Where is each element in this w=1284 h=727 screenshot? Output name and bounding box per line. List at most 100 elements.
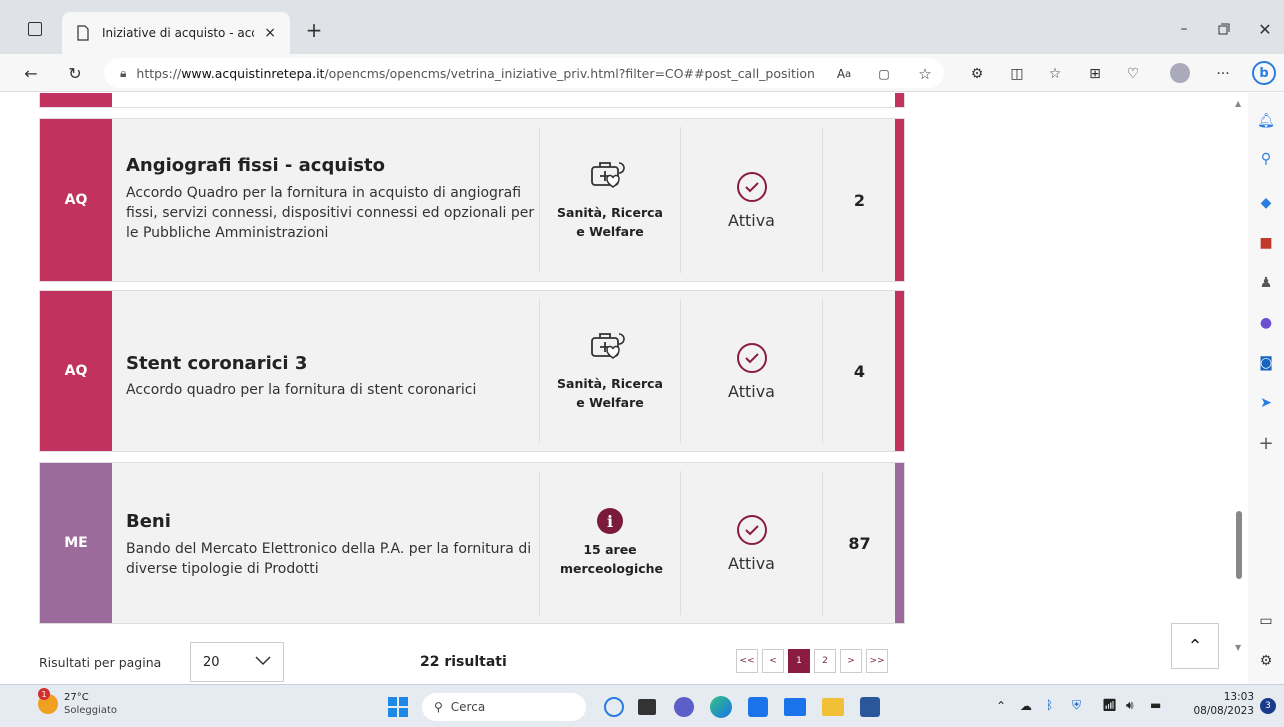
tab-actions-icon[interactable] bbox=[28, 22, 42, 36]
scroll-down-arrow[interactable]: ▼ bbox=[1235, 643, 1241, 652]
notification-badge[interactable]: 3 bbox=[1260, 698, 1276, 714]
split-screen-icon[interactable]: ◫ bbox=[1008, 65, 1026, 83]
sidebar-toggle-icon[interactable]: ▭ bbox=[1258, 613, 1274, 629]
shopping-tag-icon[interactable]: ◆ bbox=[1258, 195, 1274, 211]
clock-date: 08/08/2023 bbox=[1193, 705, 1254, 717]
initiative-row[interactable]: AQ Angiografi fissi - acquisto Accordo Q… bbox=[39, 118, 905, 282]
scrollbar[interactable]: ▲ ▼ bbox=[1232, 93, 1246, 684]
address-bar: ← ↻ 🔒︎ https://www.acquistinretepa.it/op… bbox=[0, 54, 1284, 92]
send-icon[interactable]: ➤ bbox=[1258, 395, 1274, 411]
taskbar-search[interactable]: ⚲ Cerca bbox=[422, 693, 586, 721]
chat-icon[interactable] bbox=[674, 697, 694, 717]
page-next[interactable]: > bbox=[840, 649, 862, 673]
taskbar: 1 27°C Soleggiato ⚲ Cerca ⌃ ☁ ᛒ ⛨ 📶︎ 🔊︎ … bbox=[0, 684, 1284, 727]
new-tab-button[interactable]: + bbox=[302, 18, 326, 42]
page-prev[interactable]: < bbox=[762, 649, 784, 673]
check-circle-icon bbox=[736, 342, 767, 373]
status-label: Attiva bbox=[728, 553, 775, 573]
battery-icon[interactable]: ▬ bbox=[1150, 698, 1161, 712]
store-icon[interactable] bbox=[748, 697, 768, 717]
wifi-icon[interactable]: 📶︎ bbox=[1102, 698, 1117, 712]
mail-icon[interactable] bbox=[784, 698, 806, 716]
collections-icon[interactable]: ⊞ bbox=[1086, 65, 1104, 83]
start-windows-icon[interactable] bbox=[388, 697, 408, 717]
tray-chevron-icon[interactable]: ⌃ bbox=[996, 699, 1006, 713]
info-icon: i bbox=[597, 508, 623, 534]
settings-gear-icon[interactable]: ⚙ bbox=[1258, 653, 1274, 669]
notification-bell-icon[interactable]: 🔔︎ bbox=[1257, 113, 1275, 129]
row-title[interactable]: Angiografi fissi - acquisto bbox=[126, 155, 385, 176]
immersive-reader-icon[interactable]: ▢ bbox=[876, 66, 892, 82]
task-view-icon[interactable] bbox=[638, 699, 656, 715]
extensions-icon[interactable]: ⚙ bbox=[968, 65, 986, 83]
tab-active[interactable]: Iniziative di acquisto - acqu × bbox=[62, 12, 290, 54]
volume-icon[interactable]: 🔊︎ bbox=[1126, 698, 1134, 713]
copilot-taskbar-icon[interactable] bbox=[604, 697, 624, 717]
page-2[interactable]: 2 bbox=[814, 649, 836, 673]
clock[interactable]: 13:03 08/08/2023 bbox=[1192, 690, 1254, 718]
previous-row-bar bbox=[895, 93, 904, 107]
performance-icon[interactable]: ♡ bbox=[1124, 65, 1142, 83]
row-category: Sanità, Ricerca e Welfare bbox=[539, 299, 680, 443]
restore-icon[interactable] bbox=[1216, 22, 1232, 36]
window-close-icon[interactable]: ✕ bbox=[1256, 20, 1274, 39]
url-domain: www.acquistinretepa.it bbox=[181, 65, 325, 81]
search-icon: ⚲ bbox=[434, 700, 443, 714]
minimize-icon[interactable]: – bbox=[1176, 21, 1192, 37]
back-icon[interactable]: ← bbox=[22, 64, 40, 83]
office-icon[interactable]: ● bbox=[1258, 315, 1274, 331]
page-1[interactable]: 1 bbox=[788, 649, 810, 673]
row-title[interactable]: Stent coronarici 3 bbox=[126, 353, 307, 374]
favorite-star-icon[interactable]: ☆ bbox=[916, 65, 934, 83]
row-count: 2 bbox=[822, 127, 896, 273]
scroll-thumb[interactable] bbox=[1236, 511, 1242, 579]
word-icon[interactable] bbox=[860, 697, 880, 717]
row-bar bbox=[895, 291, 904, 451]
read-aloud-icon[interactable]: Aa bbox=[836, 66, 852, 82]
page-first[interactable]: << bbox=[736, 649, 758, 673]
results-count: 22 risultati bbox=[420, 654, 507, 670]
initiative-row[interactable]: AQ Stent coronarici 3 Accordo quadro per… bbox=[39, 290, 905, 452]
row-category: Sanità, Ricerca e Welfare bbox=[539, 127, 680, 273]
row-tag: AQ bbox=[40, 291, 112, 451]
initiative-row[interactable]: ME Beni Bando del Mercato Elettronico de… bbox=[39, 462, 905, 624]
title-bar: Iniziative di acquisto - acqu × + – ✕ bbox=[0, 0, 1284, 54]
edge-taskbar-icon[interactable] bbox=[710, 696, 732, 718]
row-tag: AQ bbox=[40, 119, 112, 281]
profile-avatar[interactable] bbox=[1170, 63, 1190, 83]
outlook-icon[interactable]: ◙ bbox=[1258, 355, 1274, 371]
row-tag: ME bbox=[40, 463, 112, 623]
favorites-icon[interactable]: ☆ bbox=[1046, 65, 1064, 83]
url-prefix: https:// bbox=[136, 65, 182, 81]
scroll-up-arrow[interactable]: ▲ bbox=[1235, 99, 1241, 108]
row-bar bbox=[895, 463, 904, 623]
url-field[interactable]: 🔒︎ https://www.acquistinretepa.it/opencm… bbox=[104, 58, 944, 88]
status-label: Attiva bbox=[728, 381, 775, 401]
more-menu-icon[interactable]: ··· bbox=[1214, 65, 1232, 83]
file-explorer-icon[interactable] bbox=[822, 698, 844, 716]
per-page-select[interactable]: 20 bbox=[190, 642, 284, 682]
tab-title: Iniziative di acquisto - acqu bbox=[102, 26, 255, 40]
security-icon[interactable]: ⛨ bbox=[1072, 698, 1081, 713]
games-icon[interactable]: ♟ bbox=[1258, 275, 1274, 291]
tools-briefcase-icon[interactable]: ■ bbox=[1258, 235, 1274, 251]
page-last[interactable]: >> bbox=[866, 649, 888, 673]
add-sidebar-icon[interactable]: + bbox=[1258, 433, 1274, 454]
copilot-icon[interactable]: b bbox=[1252, 61, 1276, 85]
weather-badge: 1 bbox=[38, 688, 50, 700]
page-icon bbox=[77, 25, 89, 41]
previous-row-tag bbox=[40, 93, 112, 107]
back-to-top-button[interactable]: ⌃ bbox=[1171, 623, 1219, 669]
weather-widget[interactable]: 1 27°C Soleggiato bbox=[38, 688, 117, 717]
clock-time: 13:03 bbox=[1223, 691, 1254, 703]
row-status: Attiva bbox=[680, 299, 822, 443]
row-status: Attiva bbox=[680, 471, 822, 615]
row-status: Attiva bbox=[680, 127, 822, 273]
status-label: Attiva bbox=[728, 210, 775, 230]
row-title[interactable]: Beni bbox=[126, 511, 171, 532]
tab-close-icon[interactable]: × bbox=[264, 25, 276, 41]
search-icon[interactable]: ⚲ bbox=[1258, 151, 1274, 167]
refresh-icon[interactable]: ↻ bbox=[66, 64, 84, 83]
onedrive-icon[interactable]: ☁ bbox=[1020, 699, 1032, 713]
bluetooth-icon[interactable]: ᛒ bbox=[1046, 698, 1053, 712]
